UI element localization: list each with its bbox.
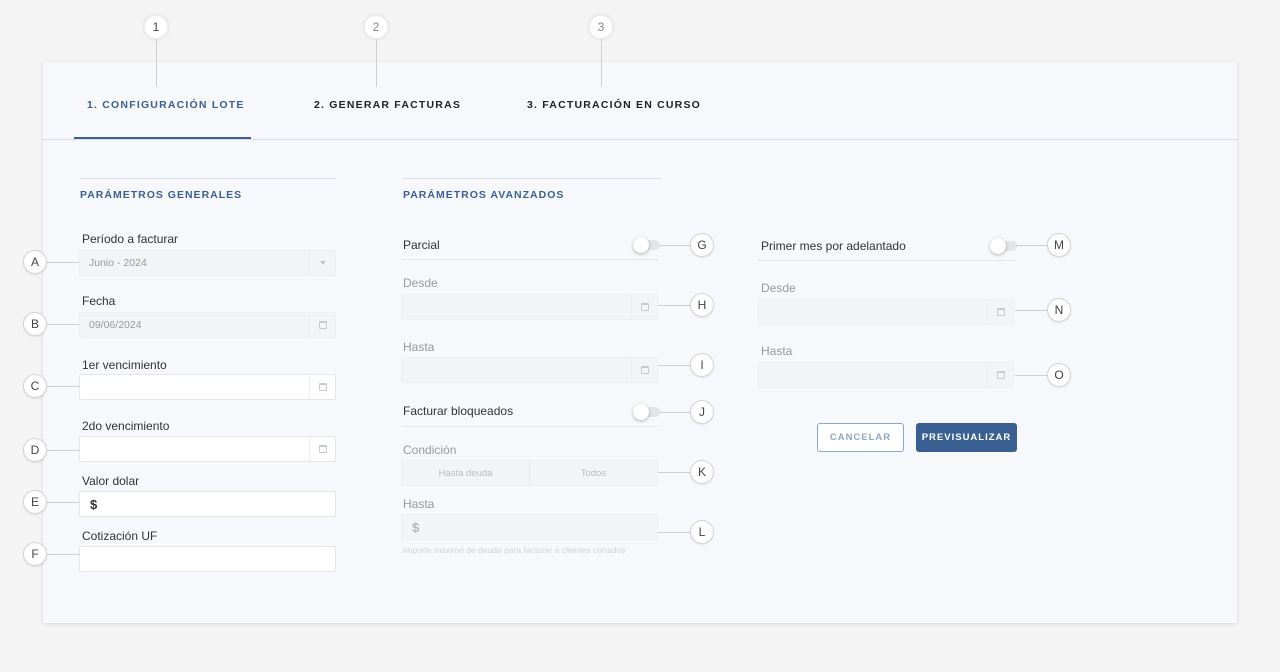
step-marker-3-line	[601, 39, 602, 87]
hasta-deuda-prefix: $	[412, 519, 420, 535]
venc1-field[interactable]	[79, 374, 336, 400]
dolar-label: Valor dolar	[82, 474, 140, 488]
condicion-option-todos[interactable]: Todos	[529, 461, 657, 485]
uf-label: Cotización UF	[82, 529, 158, 543]
wizard-tabs: 1. CONFIGURACIÓN LOTE 2. GENERAR FACTURA…	[43, 62, 1237, 140]
periodo-value: Junio - 2024	[89, 257, 147, 269]
parcial-toggle-knob	[633, 237, 649, 253]
fecha-label: Fecha	[82, 294, 116, 308]
cancel-button[interactable]: CANCELAR	[817, 423, 904, 452]
condicion-option-hasta-deuda[interactable]: Hasta deuda	[402, 461, 529, 485]
bloqueados-row-rule	[401, 426, 658, 427]
bloqueados-toggle[interactable]	[633, 404, 660, 420]
callout-o: O	[1047, 363, 1071, 387]
uf-field[interactable]	[79, 546, 336, 572]
advanced-section-title: PARÁMETROS AVANZADOS	[403, 189, 565, 201]
venc1-calendar-addon[interactable]	[309, 375, 335, 399]
preview-button[interactable]: PREVISUALIZAR	[916, 423, 1017, 452]
hasta-deuda-help: Importe máximo de deuda para facturar a …	[403, 545, 626, 555]
primer-mes-toggle-knob	[990, 238, 1006, 254]
tab-facturacion-en-curso[interactable]: 3. FACTURACIÓN EN CURSO	[527, 99, 701, 111]
step-marker-1: 1	[144, 15, 168, 39]
calendar-icon	[318, 321, 327, 329]
callout-l: L	[690, 520, 714, 544]
callout-g: G	[690, 233, 714, 257]
tab-generar-facturas[interactable]: 2. GENERAR FACTURAS	[314, 99, 461, 111]
parcial-label: Parcial	[403, 238, 440, 252]
calendar-icon	[318, 383, 327, 391]
calendar-icon	[996, 371, 1005, 379]
callout-d: D	[23, 438, 47, 462]
callout-f: F	[23, 542, 47, 566]
calendar-icon	[996, 308, 1005, 316]
step-marker-1-line	[156, 39, 157, 87]
hasta-label: Hasta	[403, 340, 435, 354]
chevron-down-icon	[319, 261, 326, 265]
venc2-calendar-addon[interactable]	[309, 437, 335, 461]
callout-c: C	[23, 374, 47, 398]
callout-a: A	[23, 250, 47, 274]
hasta2-label: Hasta	[761, 344, 793, 358]
callout-m: M	[1047, 233, 1071, 257]
advanced-section-rule	[403, 178, 661, 179]
hasta-deuda-label: Hasta	[403, 497, 435, 511]
batch-config-card: 1. CONFIGURACIÓN LOTE 2. GENERAR FACTURA…	[43, 62, 1237, 623]
desde2-calendar-addon[interactable]	[987, 300, 1013, 324]
hasta-calendar-addon[interactable]	[631, 358, 657, 382]
bloqueados-toggle-knob	[633, 404, 649, 420]
condicion-label: Condición	[403, 443, 457, 457]
periodo-label: Período a facturar	[82, 232, 179, 246]
calendar-icon	[318, 445, 327, 453]
hasta-field[interactable]	[401, 357, 658, 383]
primer-mes-label: Primer mes por adelantado	[761, 239, 906, 253]
bloqueados-label: Facturar bloqueados	[403, 404, 514, 418]
desde-calendar-addon[interactable]	[631, 295, 657, 319]
desde2-field[interactable]	[758, 299, 1014, 325]
calendar-icon	[640, 303, 649, 311]
desde-field[interactable]	[401, 294, 658, 320]
callout-h: H	[690, 293, 714, 317]
venc2-label: 2do vencimiento	[82, 419, 170, 433]
general-section-title: PARÁMETROS GENERALES	[80, 189, 243, 201]
callout-k: K	[690, 460, 714, 484]
hasta-deuda-field[interactable]: $	[401, 514, 658, 540]
parcial-row-rule	[401, 259, 658, 260]
periodo-select[interactable]: Junio - 2024	[79, 250, 336, 276]
fecha-calendar-addon[interactable]	[309, 313, 335, 337]
dolar-prefix: $	[90, 496, 98, 512]
venc2-field[interactable]	[79, 436, 336, 462]
periodo-dropdown-addon[interactable]	[309, 251, 335, 275]
hasta2-field[interactable]	[758, 362, 1014, 388]
callout-b: B	[23, 312, 47, 336]
desde-label: Desde	[403, 276, 438, 290]
callout-i: I	[690, 353, 714, 377]
venc1-label: 1er vencimiento	[82, 358, 167, 372]
fecha-value: 09/06/2024	[89, 319, 142, 331]
callout-j: J	[690, 400, 714, 424]
condicion-segmented: Hasta deuda Todos	[401, 460, 658, 486]
general-section-rule	[80, 178, 336, 179]
callout-e: E	[23, 490, 47, 514]
fecha-field[interactable]: 09/06/2024	[79, 312, 336, 338]
step-marker-2-line	[376, 39, 377, 87]
active-tab-indicator	[74, 137, 251, 139]
parcial-toggle[interactable]	[633, 237, 660, 253]
hasta2-calendar-addon[interactable]	[987, 363, 1013, 387]
primer-mes-row-rule	[758, 260, 1016, 261]
calendar-icon	[640, 366, 649, 374]
tab-configuracion-lote[interactable]: 1. CONFIGURACIÓN LOTE	[87, 99, 245, 111]
step-marker-3: 3	[589, 15, 613, 39]
dolar-field[interactable]: $	[79, 491, 336, 517]
primer-mes-toggle[interactable]	[990, 238, 1017, 254]
step-marker-2: 2	[364, 15, 388, 39]
callout-n: N	[1047, 298, 1071, 322]
desde2-label: Desde	[761, 281, 796, 295]
